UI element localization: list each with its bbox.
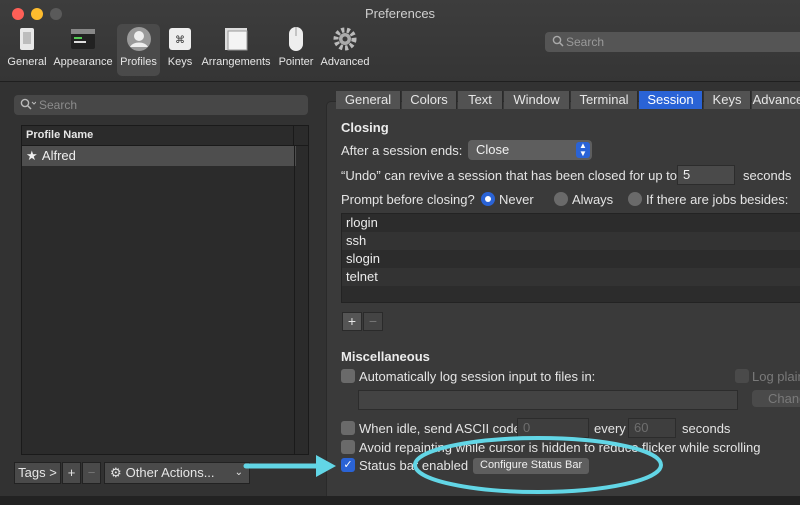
profile-row[interactable]: ★ Alfred xyxy=(22,146,296,166)
profiles-icon xyxy=(126,27,151,51)
tab-terminal[interactable]: Terminal xyxy=(571,91,638,109)
idle-seconds-unit: seconds xyxy=(682,421,731,436)
chevron-down-icon: ⌄ xyxy=(234,467,243,478)
window-title: Preferences xyxy=(364,6,436,21)
toolbar-arrangements[interactable]: Arrangements xyxy=(200,24,272,76)
change-directory-button[interactable]: Change xyxy=(752,390,800,407)
add-job-button[interactable]: + xyxy=(342,312,362,331)
prompt-always-radio[interactable] xyxy=(554,192,568,206)
list-item[interactable]: ssh xyxy=(342,232,800,250)
arrangements-icon xyxy=(225,28,248,51)
profile-list: Profile Name ★ Alfred xyxy=(21,125,309,455)
search-icon xyxy=(20,98,36,110)
title-bar: Preferences General Appearance Profiles … xyxy=(0,0,800,82)
profile-name-column-header[interactable]: Profile Name xyxy=(22,126,308,146)
keys-icon: ⌘ xyxy=(169,28,191,50)
prompt-always-label: Always xyxy=(572,192,614,207)
jobs-list: rlogin ssh slogin telnet xyxy=(341,213,800,303)
prompt-if-jobs-radio[interactable] xyxy=(628,192,642,206)
undo-seconds-field[interactable]: 5 xyxy=(677,165,735,185)
svg-text:⌘: ⌘ xyxy=(175,35,185,46)
miscellaneous-heading: Miscellaneous xyxy=(341,349,430,364)
chevron-updown-icon: ▲ ▼ xyxy=(576,142,590,158)
configure-status-bar-button[interactable]: Configure Status Bar xyxy=(473,458,590,474)
log-plain-label: Log plain xyxy=(752,369,800,384)
profile-list-scrollbar[interactable] xyxy=(294,146,308,454)
idle-seconds-field[interactable]: 60 xyxy=(628,418,676,438)
prompt-never-radio[interactable] xyxy=(481,192,495,206)
closing-heading: Closing xyxy=(341,120,389,135)
log-directory-field[interactable] xyxy=(358,390,738,410)
toolbar-advanced[interactable]: Advanced xyxy=(319,24,371,76)
avoid-repainting-label: Avoid repainting while cursor is hidden … xyxy=(359,440,761,455)
avoid-repainting-checkbox[interactable] xyxy=(341,440,355,454)
toolbar-keys[interactable]: ⌘ Keys xyxy=(164,24,196,76)
background-terminal-strip xyxy=(0,496,800,505)
preferences-window: Preferences General Appearance Profiles … xyxy=(0,0,800,505)
log-plain-checkbox[interactable] xyxy=(735,369,749,383)
undo-seconds-unit: seconds xyxy=(743,168,792,183)
undo-label: “Undo” can revive a session that has bee… xyxy=(341,168,678,183)
tab-keys[interactable]: Keys xyxy=(704,91,751,109)
preferences-search-field[interactable]: Search xyxy=(545,32,800,52)
idle-send-label: When idle, send ASCII code xyxy=(359,421,521,436)
remove-profile-button[interactable]: − xyxy=(82,462,101,484)
after-session-ends-label: After a session ends: xyxy=(341,143,463,158)
tags-button[interactable]: Tags > xyxy=(14,462,61,484)
default-star-icon: ★ xyxy=(26,148,38,163)
column-divider xyxy=(293,126,294,145)
tab-colors[interactable]: Colors xyxy=(402,91,457,109)
tab-session[interactable]: Session xyxy=(639,91,703,109)
gear-icon: ⚙ xyxy=(110,465,122,480)
idle-send-checkbox[interactable] xyxy=(341,421,355,435)
search-icon xyxy=(552,35,564,47)
prompt-never-label: Never xyxy=(499,192,534,207)
advanced-gear-icon xyxy=(333,27,357,51)
pointer-icon xyxy=(289,27,303,51)
general-icon xyxy=(20,28,34,50)
status-bar-enabled-label: Status bar enabled xyxy=(359,458,469,473)
status-bar-enabled-checkbox[interactable]: ✓ xyxy=(341,458,355,472)
list-item[interactable]: telnet xyxy=(342,268,800,286)
idle-every-label: every xyxy=(594,421,626,436)
tab-advanced[interactable]: Advanced xyxy=(752,91,800,109)
auto-log-label: Automatically log session input to files… xyxy=(359,369,596,384)
auto-log-checkbox[interactable] xyxy=(341,369,355,383)
toolbar-general[interactable]: General xyxy=(4,24,50,76)
after-session-ends-select[interactable]: Close ▲ ▼ xyxy=(468,140,592,160)
list-item[interactable]: slogin xyxy=(342,250,800,268)
tab-text[interactable]: Text xyxy=(458,91,503,109)
other-actions-menu[interactable]: ⚙ Other Actions... ⌄ xyxy=(104,462,250,484)
prompt-if-jobs-label: If there are jobs besides: xyxy=(646,192,789,207)
prompt-before-closing-label: Prompt before closing? xyxy=(341,192,475,207)
toolbar-appearance[interactable]: Appearance xyxy=(52,24,114,76)
add-profile-button[interactable]: + xyxy=(62,462,81,484)
list-item[interactable]: rlogin xyxy=(342,214,800,232)
tab-general[interactable]: General xyxy=(336,91,401,109)
remove-job-button[interactable]: − xyxy=(363,312,383,331)
profile-search-field[interactable]: Search xyxy=(14,95,308,115)
toolbar-pointer[interactable]: Pointer xyxy=(276,24,316,76)
toolbar-profiles[interactable]: Profiles xyxy=(117,24,160,76)
appearance-icon xyxy=(71,29,95,49)
tab-window[interactable]: Window xyxy=(504,91,570,109)
idle-ascii-code-field[interactable]: 0 xyxy=(517,418,589,438)
